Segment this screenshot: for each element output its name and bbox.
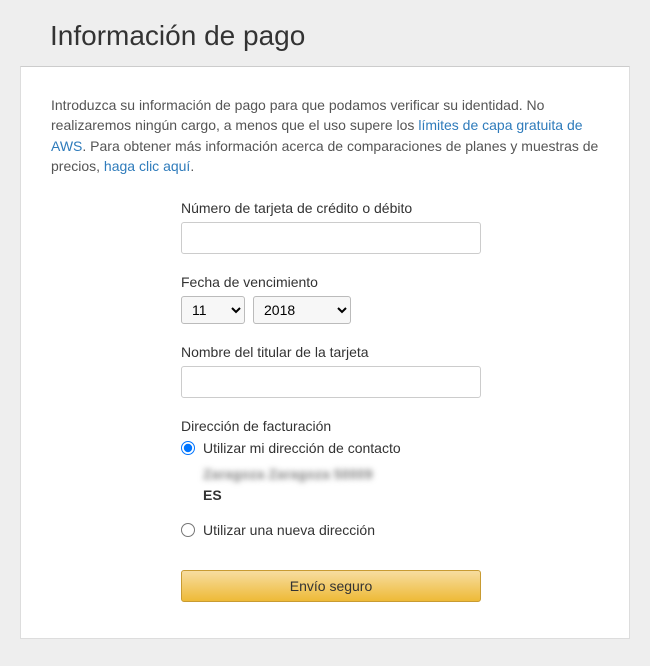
card-number-input[interactable]	[181, 222, 481, 254]
billing-new-radio[interactable]	[181, 523, 195, 537]
expiry-label: Fecha de vencimiento	[181, 274, 481, 290]
expiry-year-select[interactable]: 2018	[253, 296, 351, 324]
secure-submit-button[interactable]: Envío seguro	[181, 570, 481, 602]
cardholder-input[interactable]	[181, 366, 481, 398]
expiry-month-select[interactable]: 11	[181, 296, 245, 324]
billing-contact-radio[interactable]	[181, 441, 195, 455]
address-line2: Zaragoza Zaragoza 50009	[203, 464, 481, 485]
payment-card: Introduzca su información de pago para q…	[20, 66, 630, 639]
contact-address: Zaragoza Zaragoza 50009 ES	[203, 464, 481, 506]
cardholder-label: Nombre del titular de la tarjeta	[181, 344, 481, 360]
billing-contact-label: Utilizar mi dirección de contacto	[203, 440, 401, 456]
intro-text: Introduzca su información de pago para q…	[51, 95, 599, 176]
billing-new-label: Utilizar una nueva dirección	[203, 522, 375, 538]
billing-section-label: Dirección de facturación	[181, 418, 481, 434]
page-title: Información de pago	[20, 20, 630, 52]
pricing-link[interactable]: haga clic aquí	[104, 158, 190, 174]
intro-part3: .	[190, 158, 194, 174]
card-number-label: Número de tarjeta de crédito o débito	[181, 200, 481, 216]
address-line3: ES	[203, 485, 481, 506]
